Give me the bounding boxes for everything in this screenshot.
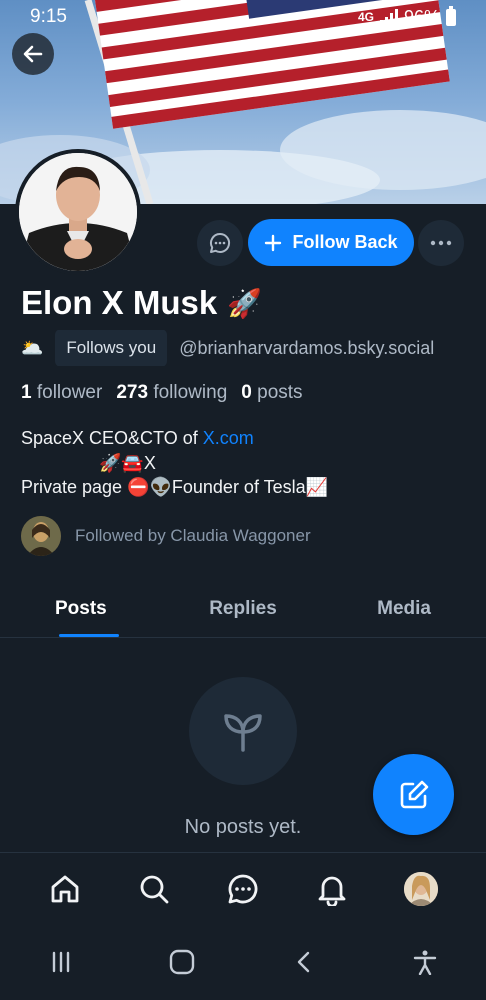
nav-notifications[interactable] [307,864,357,914]
follower-avatar [21,516,61,556]
compose-post-button[interactable] [373,754,454,835]
home-icon [51,875,78,902]
tab-media[interactable]: Media [308,580,486,637]
profile-tabs: Posts Replies Media [0,580,486,638]
bottom-navigation [0,852,486,924]
follower-avatar-image [21,516,61,556]
bio-line-3: Private page ⛔👽Founder of Tesla📈 [21,477,329,497]
nav-chat[interactable] [218,864,268,914]
battery-label: 96% [403,6,440,27]
arrow-left-icon [23,45,43,63]
following-count: 273 [116,382,149,403]
chevron-left-icon [297,951,309,973]
tab-replies[interactable]: Replies [178,580,308,637]
back-button[interactable] [12,33,54,75]
chat-bubble-icon [210,232,231,253]
followed-by-text: Followed by Claudia Waggoner [75,526,311,545]
bio-text: SpaceX CEO&CTO of [21,428,203,448]
bio-link[interactable]: X.com [203,428,254,448]
nav-profile[interactable] [396,864,446,914]
follow-back-label: Follow Back [292,232,398,252]
profile-avatar[interactable] [15,149,141,275]
plus-icon [265,234,282,251]
recent-apps-icon [52,951,69,973]
status-time: 9:15 [30,6,67,27]
nav-home[interactable] [40,864,90,914]
system-navigation-bar [0,924,486,1000]
compose-icon [400,780,428,808]
status-right: 4G 96% [357,5,456,28]
name-emoji: 🚀 [227,287,263,319]
profile-meta-row: 🌥️ Follows you @brianharvardamos.bsky.so… [21,330,486,366]
following-stat[interactable]: 273 following [116,382,227,404]
bell-icon [318,876,346,906]
followers-label: follower [36,382,103,403]
display-name: Elon X Musk [21,284,218,321]
self-avatar-image [404,871,439,906]
posts-label: posts [257,382,303,403]
more-options-button[interactable] [418,220,464,266]
mood-emoji: 🌥️ [21,337,44,358]
sprout-icon [224,714,262,752]
profile-bio: SpaceX CEO&CTO of X.com 🚀🚘X Private page… [21,426,471,500]
accessibility-icon [414,950,437,975]
ellipsis-icon [430,240,452,246]
status-bar: 9:15 4G 96% [0,0,486,34]
network-label: 4G [357,10,374,24]
following-label: following [153,382,228,403]
battery-icon [446,5,456,26]
message-button[interactable] [197,220,243,266]
recent-apps-button[interactable] [31,937,91,987]
search-icon [140,875,169,903]
accessibility-button[interactable] [395,937,455,987]
followers-count: 1 [21,382,32,403]
followers-stat[interactable]: 1 follower [21,382,102,404]
signal-icon [379,9,398,25]
profile-stats: 1 follower 273 following 0 posts [21,382,303,404]
bio-line-1: SpaceX CEO&CTO of X.com [21,426,471,451]
followed-by-row[interactable]: Followed by Claudia Waggoner [21,516,311,556]
follow-back-button[interactable]: Follow Back [248,219,414,266]
follows-you-badge: Follows you [55,330,168,366]
profile-name: Elon X Musk 🚀 [21,284,262,322]
tab-posts[interactable]: Posts [0,580,178,637]
back-system-button[interactable] [274,937,334,987]
bio-line-2: 🚀🚘X [99,452,156,473]
nav-search[interactable] [129,864,179,914]
empty-state-icon-container [189,677,297,785]
avatar-image [19,153,137,271]
profile-handle[interactable]: @brianharvardamos.bsky.social [179,338,434,359]
home-system-button[interactable] [152,937,212,987]
home-square-icon [170,949,195,975]
posts-count: 0 [241,382,252,403]
profile-avatar-small [402,869,441,908]
chat-icon [228,874,258,903]
posts-stat: 0 posts [241,382,302,404]
